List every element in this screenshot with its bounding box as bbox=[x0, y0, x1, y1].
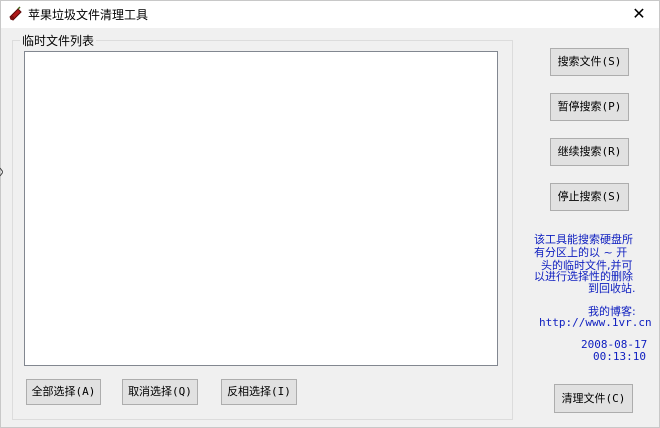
invert-selection-button[interactable]: 反相选择(I) bbox=[221, 379, 297, 405]
deselect-button[interactable]: 取消选择(Q) bbox=[122, 379, 198, 405]
clean-button[interactable]: 清理文件(C) bbox=[554, 384, 633, 413]
time-text: 00:13:10 bbox=[593, 350, 646, 363]
info-line-5: 到回收站. bbox=[588, 282, 636, 295]
stop-button[interactable]: 停止搜索(S) bbox=[550, 183, 629, 211]
pause-button[interactable]: 暂停搜索(P) bbox=[550, 93, 629, 121]
title-bar[interactable]: 苹果垃圾文件清理工具 ✕ bbox=[1, 1, 659, 28]
resize-edge-icon bbox=[0, 167, 3, 177]
select-all-button[interactable]: 全部选择(A) bbox=[26, 379, 101, 405]
blog-url: http://www.1vr.cn bbox=[539, 316, 652, 329]
close-icon[interactable]: ✕ bbox=[625, 3, 653, 25]
main-window: 苹果垃圾文件清理工具 ✕ 临时文件列表 搜索文件(S) 暂停搜索(P) 继续搜索… bbox=[0, 0, 660, 428]
resume-button[interactable]: 继续搜索(R) bbox=[550, 138, 629, 166]
window-title: 苹果垃圾文件清理工具 bbox=[28, 8, 149, 22]
apple-icon bbox=[9, 6, 22, 21]
temp-file-list[interactable] bbox=[24, 51, 498, 366]
group-label: 临时文件列表 bbox=[20, 32, 97, 49]
search-button[interactable]: 搜索文件(S) bbox=[550, 48, 629, 76]
